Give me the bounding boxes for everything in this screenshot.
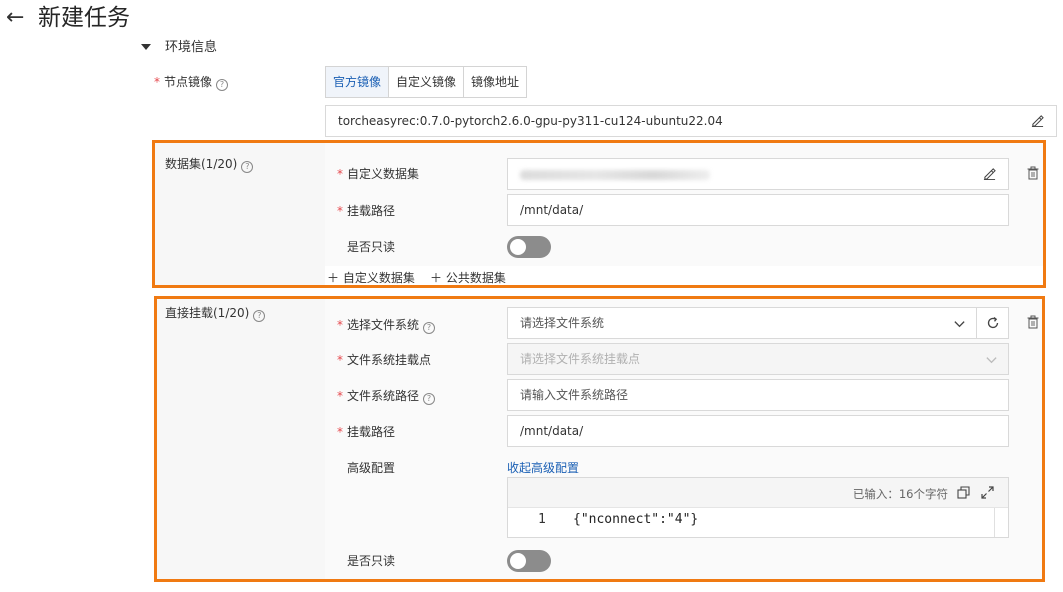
node-image-label-text: 节点镜像	[164, 75, 213, 89]
add-public-dataset-button[interactable]: ＋ 公共数据集	[430, 269, 506, 286]
required-mark: *	[154, 75, 160, 89]
dataset-highlight-box	[152, 140, 1046, 288]
tab-official-image[interactable]: 官方镜像	[326, 67, 390, 97]
add-public-dataset-label: 公共数据集	[445, 271, 506, 285]
edit-icon[interactable]	[1031, 114, 1044, 127]
direct-mount-highlight-box	[154, 296, 1045, 582]
add-custom-dataset-label: 自定义数据集	[342, 271, 415, 285]
node-image-field[interactable]: torcheasyrec:0.7.0-pytorch2.6.0-gpu-py31…	[325, 105, 1057, 137]
page-title: 新建任务	[38, 5, 130, 31]
section-title-env[interactable]: 环境信息	[165, 38, 217, 58]
back-arrow-icon[interactable]: ←	[6, 4, 24, 32]
caret-down-icon[interactable]	[141, 44, 151, 50]
node-image-value: torcheasyrec:0.7.0-pytorch2.6.0-gpu-py31…	[338, 114, 723, 128]
plus-icon: ＋	[327, 271, 343, 285]
image-source-tabs: 官方镜像 自定义镜像 镜像地址	[325, 66, 528, 98]
tab-image-address[interactable]: 镜像地址	[464, 67, 527, 97]
node-image-label: * 节点镜像?	[154, 73, 229, 91]
add-custom-dataset-button[interactable]: ＋ 自定义数据集	[327, 269, 415, 286]
help-icon[interactable]: ?	[216, 79, 229, 91]
plus-icon: ＋	[430, 271, 446, 285]
tab-custom-image[interactable]: 自定义镜像	[389, 67, 465, 97]
